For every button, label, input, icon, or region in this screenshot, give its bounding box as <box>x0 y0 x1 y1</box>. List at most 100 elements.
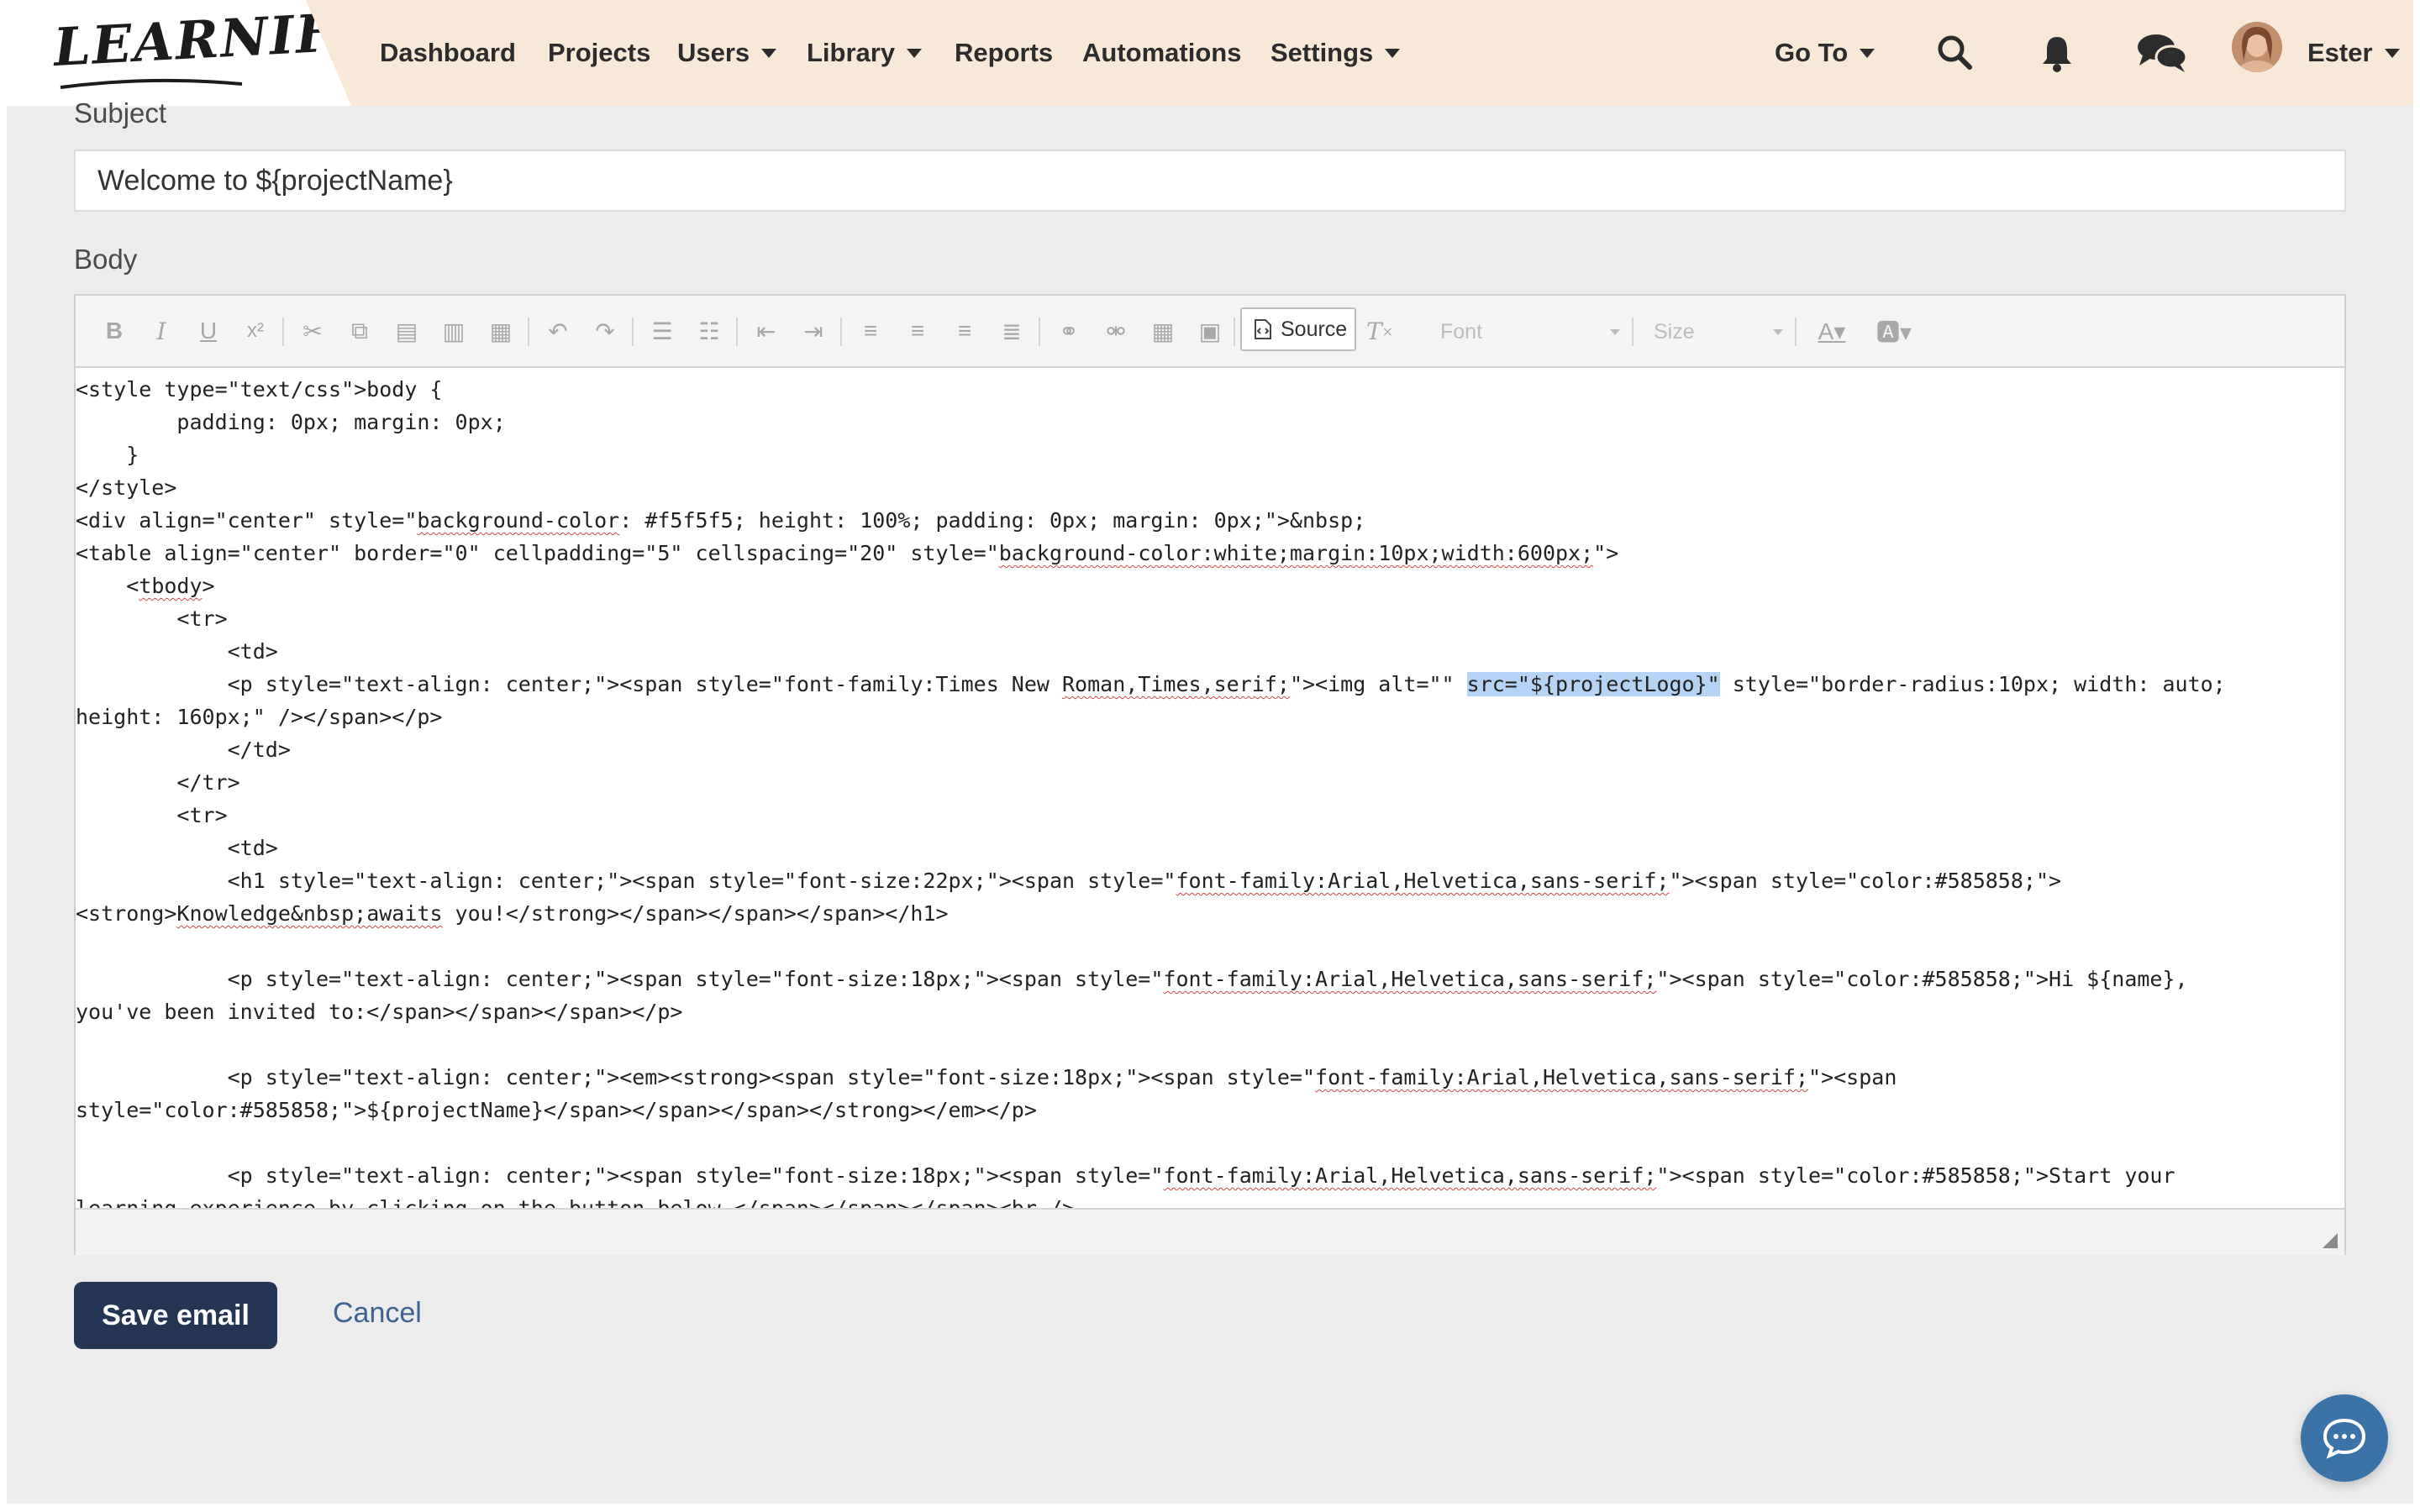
chat-support-button[interactable] <box>2301 1394 2388 1482</box>
nav-settings-label: Settings <box>1270 38 1374 67</box>
code-line: <div align="center" style="background-co… <box>76 508 1366 533</box>
paste-text-icon[interactable]: ▥ <box>437 314 471 348</box>
rich-text-editor: B I U x² ✂ ⧉ ▤ ▥ ▦ ↶ ↷ ☰ ☷ ⇤ ⇥ ≡ ≡ ≡ ≣ ⚭… <box>74 294 2346 1255</box>
spellcheck-word: font-family:Arial,Helvetica,sans-serif; <box>1163 967 1657 991</box>
search-icon[interactable] <box>1936 34 1973 71</box>
cancel-link[interactable]: Cancel <box>333 1297 422 1330</box>
justify-icon[interactable]: ≣ <box>995 314 1028 348</box>
code-line: <strong>Knowledge&nbsp;awaits you!</stro… <box>76 901 949 926</box>
nav-goto[interactable]: Go To <box>1775 34 1876 72</box>
spellcheck-word: Roman,Times,serif; <box>1062 672 1290 696</box>
table-icon[interactable]: ▦ <box>1146 314 1180 348</box>
editor-footer <box>76 1208 2344 1255</box>
cut-icon[interactable]: ✂ <box>296 314 329 348</box>
nav-dashboard-label: Dashboard <box>380 38 516 67</box>
source-textarea[interactable]: <style type="text/css">body { padding: 0… <box>76 368 2344 1208</box>
spellcheck-word: background-color <box>417 508 620 533</box>
code-line: <h1 style="text-align: center;"><span st… <box>76 869 2062 893</box>
user-menu[interactable]: Ester <box>2307 34 2400 72</box>
editor-toolbar: B I U x² ✂ ⧉ ▤ ▥ ▦ ↶ ↷ ☰ ☷ ⇤ ⇥ ≡ ≡ ≡ ≣ ⚭… <box>76 296 2344 368</box>
avatar-image <box>2232 22 2282 72</box>
subject-input[interactable] <box>74 150 2346 212</box>
toolbar-separator <box>1795 318 1797 346</box>
subject-label: Subject <box>74 97 167 129</box>
code-line: } <box>76 443 139 467</box>
nav-settings[interactable]: Settings <box>1270 34 1401 72</box>
spellcheck-word: font-family:Arial,Helvetica,sans-serif; <box>1163 1163 1657 1188</box>
spellcheck-word: background-color:white;margin:10px;width… <box>998 541 1594 565</box>
align-center-icon[interactable]: ≡ <box>901 314 934 348</box>
code-line: <p style="text-align: center;"><em><stro… <box>76 1065 1897 1089</box>
unlink-icon[interactable]: ⚮ <box>1099 314 1133 348</box>
code-line: <p style="text-align: center;"><span sty… <box>76 672 2226 696</box>
paste-word-icon[interactable]: ▦ <box>484 314 518 348</box>
nav-users-label: Users <box>677 38 750 67</box>
nav-goto-label: Go To <box>1775 38 1849 67</box>
code-line: <table align="center" border="0" cellpad… <box>76 541 1619 565</box>
top-nav: LEARNIFIER Dashboard Projects Users Libr… <box>7 0 2413 106</box>
copy-icon[interactable]: ⧉ <box>343 314 376 348</box>
user-name: Ester <box>2307 38 2373 67</box>
indent-icon[interactable]: ⇥ <box>797 314 830 348</box>
chevron-down-icon <box>1610 329 1620 335</box>
text-color-icon[interactable]: A▾ <box>1807 314 1857 348</box>
toolbar-separator <box>840 318 842 346</box>
align-left-icon[interactable]: ≡ <box>854 314 887 348</box>
toolbar-separator <box>282 318 284 346</box>
nav-library-label: Library <box>807 38 896 67</box>
numbered-list-icon[interactable]: ☰ <box>645 314 679 348</box>
code-line: </style> <box>76 475 177 500</box>
size-select[interactable]: Size <box>1644 312 1783 351</box>
code-line: style="color:#585858;">${projectName}</s… <box>76 1098 1037 1122</box>
image-icon[interactable]: ▣ <box>1193 314 1227 348</box>
code-line: padding: 0px; margin: 0px; <box>76 410 506 434</box>
spellcheck-word: tbody <box>139 574 203 598</box>
nav-library[interactable]: Library <box>807 34 923 72</box>
underline-icon[interactable]: U <box>192 314 225 348</box>
code-line: <td> <box>76 639 278 664</box>
outdent-icon[interactable]: ⇤ <box>750 314 783 348</box>
remove-format-icon[interactable]: T × <box>1363 314 1397 348</box>
code-line: <p style="text-align: center;"><span sty… <box>76 967 2188 991</box>
align-right-icon[interactable]: ≡ <box>948 314 981 348</box>
toolbar-separator <box>1632 318 1634 346</box>
toolbar-separator <box>1234 318 1235 346</box>
chat-icon <box>2323 1418 2366 1459</box>
background-color-icon[interactable]: 🅰▾ <box>1869 314 1919 348</box>
chevron-down-icon <box>907 48 923 58</box>
save-email-button[interactable]: Save email <box>74 1282 277 1349</box>
source-label: Source <box>1281 317 1348 341</box>
chat-bubbles-icon[interactable] <box>2136 32 2188 74</box>
code-line: height: 160px;" /></span></p> <box>76 705 443 729</box>
resize-handle-icon[interactable] <box>2321 1231 2338 1248</box>
superscript-icon[interactable]: x² <box>239 314 272 348</box>
nav-reports-label: Reports <box>955 38 1054 67</box>
spellcheck-word: Knowledge&nbsp;awaits <box>176 901 443 926</box>
spellcheck-word: font-family:Arial,Helvetica,sans-serif; <box>1315 1065 1809 1089</box>
bell-icon[interactable] <box>2040 34 2074 72</box>
logo-container[interactable]: LEARNIFIER <box>7 0 351 106</box>
nav-projects[interactable]: Projects <box>548 34 650 72</box>
source-code: <style type="text/css">body { padding: 0… <box>76 368 2344 1208</box>
bold-icon[interactable]: B <box>97 314 131 348</box>
font-select[interactable]: Font <box>1428 312 1620 351</box>
chevron-down-icon <box>1773 329 1783 335</box>
code-line: you've been invited to:</span></span></s… <box>76 1000 683 1024</box>
user-avatar[interactable] <box>2232 22 2282 72</box>
nav-automations[interactable]: Automations <box>1082 34 1241 72</box>
bulleted-list-icon[interactable]: ☷ <box>692 314 726 348</box>
nav-users[interactable]: Users <box>677 34 777 72</box>
source-button[interactable]: Source <box>1240 307 1356 351</box>
nav-dashboard[interactable]: Dashboard <box>380 34 516 72</box>
spellcheck-word: font-family:Arial,Helvetica,sans-serif; <box>1176 869 1670 893</box>
italic-icon[interactable]: I <box>145 314 178 348</box>
nav-automations-label: Automations <box>1082 38 1242 67</box>
toolbar-separator <box>528 318 529 346</box>
link-icon[interactable]: ⚭ <box>1052 314 1086 348</box>
nav-reports[interactable]: Reports <box>955 34 1053 72</box>
redo-icon[interactable]: ↷ <box>588 314 622 348</box>
paste-icon[interactable]: ▤ <box>390 314 424 348</box>
app-frame: LEARNIFIER Dashboard Projects Users Libr… <box>7 0 2413 1504</box>
undo-icon[interactable]: ↶ <box>541 314 575 348</box>
size-select-label: Size <box>1654 319 1695 344</box>
